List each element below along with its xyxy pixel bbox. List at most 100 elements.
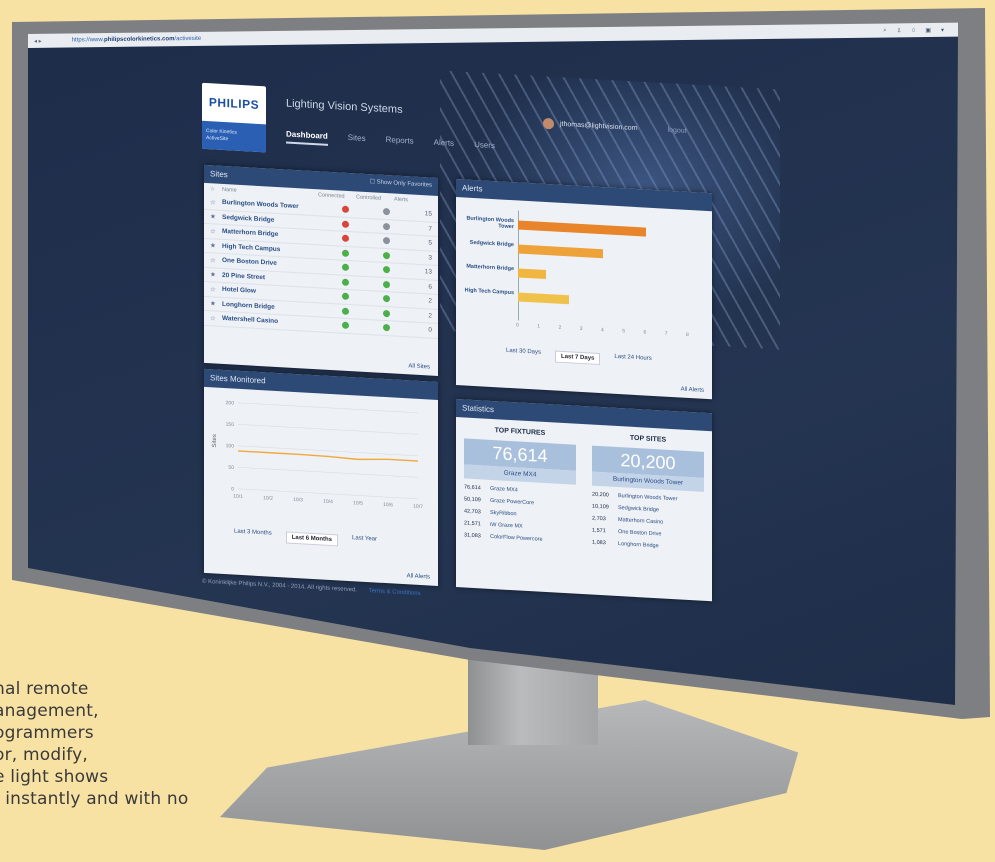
controlled-status-icon: [383, 295, 390, 303]
user-email[interactable]: jthomas@lightvision.com: [560, 121, 638, 132]
alerts-panel-title: Alerts: [462, 183, 483, 194]
stat-name[interactable]: ColorFlow Powercore: [490, 534, 543, 543]
controlled-status-icon: [383, 324, 390, 332]
address-domain: philipscolorkinetics.com: [104, 36, 175, 44]
tab-users[interactable]: Users: [474, 140, 495, 155]
stat-name[interactable]: Matterhorn Casino: [618, 517, 663, 526]
site-name[interactable]: Matterhorn Bridge: [222, 228, 318, 240]
column-connected[interactable]: Connected: [318, 192, 356, 200]
download-icon[interactable]: ⇩: [897, 27, 902, 34]
favorite-star-icon[interactable]: ☆: [210, 285, 222, 294]
favorite-star-icon[interactable]: ☆: [210, 198, 222, 207]
list-item: 1,571 One Boston Drive: [592, 528, 704, 540]
alert-count: 3: [428, 254, 432, 262]
home-icon[interactable]: ⌂: [912, 27, 916, 34]
stat-name[interactable]: iW Graze MX: [490, 522, 523, 530]
favorite-star-icon[interactable]: ☆: [210, 314, 222, 323]
range-24-hours[interactable]: Last 24 Hours: [614, 354, 651, 368]
alerts-panel-header: Alerts: [456, 178, 712, 212]
address-bar[interactable]: https://www.philipscolorkinetics.com/act…: [72, 36, 201, 44]
menu-icon[interactable]: ▾: [941, 26, 944, 33]
column-controlled[interactable]: Controlled: [356, 194, 394, 202]
range-last-year[interactable]: Last Year: [352, 535, 377, 548]
alert-bar[interactable]: [518, 244, 603, 259]
tab-sites[interactable]: Sites: [348, 133, 366, 148]
terms-link[interactable]: Terms & Conditions: [369, 588, 421, 597]
monitored-all-alerts-link[interactable]: All Alerts: [407, 573, 430, 580]
x-tick-label: 2: [558, 324, 562, 331]
alert-bar[interactable]: [518, 292, 569, 305]
site-name[interactable]: High Tech Campus: [222, 243, 318, 255]
alert-count: 0: [428, 326, 432, 334]
stat-name[interactable]: One Boston Drive: [618, 529, 661, 537]
tab-reports[interactable]: Reports: [386, 135, 414, 151]
caption-line: e light shows: [0, 767, 109, 787]
stat-name[interactable]: Burlington Woods Tower: [618, 493, 677, 502]
x-tick-label: 1: [537, 323, 541, 330]
back-icon[interactable]: ◂ ▸: [34, 37, 42, 44]
all-alerts-link[interactable]: All Alerts: [681, 387, 704, 394]
alert-bar[interactable]: [518, 268, 546, 279]
alerts-panel: Alerts Burlington Woods Tower Sedgwick Br…: [456, 178, 712, 400]
favorite-star-icon[interactable]: ★: [210, 299, 222, 308]
brand-name: PHILIPS: [208, 95, 260, 112]
site-name[interactable]: Sedgwick Bridge: [222, 214, 318, 226]
site-name[interactable]: Watershell Casino: [222, 315, 318, 327]
favorites-toggle-label: Show Only Favorites: [376, 179, 432, 189]
search-icon[interactable]: ⌕: [883, 27, 886, 34]
range-7-days[interactable]: Last 7 Days: [555, 350, 601, 366]
controlled-status-icon: [383, 208, 390, 216]
sites-monitored-panel: Sites Monitored 200 150 100 50 0 Sites 10/1 10/…: [204, 368, 438, 586]
stat-name[interactable]: SkyRibbon: [490, 510, 517, 517]
gridline: [238, 445, 418, 457]
x-tick-label: 10/5: [353, 500, 363, 507]
statistics-title: Statistics: [462, 403, 495, 415]
bar-label: Matterhorn Bridge: [466, 263, 514, 273]
site-name[interactable]: Hotel Glow: [222, 286, 318, 298]
site-name[interactable]: Burlington Woods Tower: [222, 199, 318, 211]
range-30-days[interactable]: Last 30 Days: [506, 348, 541, 362]
connected-status-icon: [342, 278, 349, 286]
logout-link[interactable]: logout: [668, 127, 687, 135]
philips-logo[interactable]: PHILIPS Color Kinetics ActiveSite: [202, 82, 266, 153]
favorites-toggle[interactable]: ☐ Show Only Favorites: [370, 178, 432, 191]
site-name[interactable]: One Boston Drive: [222, 257, 318, 269]
star-icon[interactable]: ☆: [210, 186, 222, 193]
range-6-months[interactable]: Last 6 Months: [285, 531, 339, 547]
tab-dashboard[interactable]: Dashboard: [286, 129, 328, 146]
column-alerts[interactable]: Alerts: [394, 197, 432, 205]
browser-tools: ⌕ ⇩ ⌂ ▣ ▾: [883, 26, 944, 34]
user-menu[interactable]: jthomas@lightvision.com logout: [543, 117, 687, 137]
y-tick-label: 200: [226, 400, 235, 406]
stat-name[interactable]: Longhorn Bridge: [618, 541, 659, 549]
favorite-star-icon[interactable]: ☆: [210, 227, 222, 236]
connected-status-icon: [342, 321, 349, 330]
tab-alerts[interactable]: Alerts: [434, 138, 454, 153]
site-name[interactable]: Longhorn Bridge: [222, 301, 318, 313]
favorite-star-icon[interactable]: ★: [210, 241, 222, 250]
range-3-months[interactable]: Last 3 Months: [234, 529, 272, 543]
address-path: /activesite: [174, 35, 202, 43]
alerts-bar-chart: Burlington Woods Tower Sedgwick Bridge Mat…: [464, 207, 704, 340]
caption-text: nal remote anagement, ogrammers or, modi…: [0, 678, 189, 810]
alert-bar[interactable]: [518, 220, 646, 237]
gridline: [238, 423, 418, 435]
fixtures-list: 76,614 Graze MX4 50,109 Graze PowerCore 42,7…: [464, 484, 576, 544]
controlled-status-icon: [383, 251, 390, 260]
x-tick-label: 7: [664, 330, 668, 337]
stat-name[interactable]: Graze PowerCore: [490, 498, 534, 506]
site-name[interactable]: 20 Pine Street: [222, 272, 318, 284]
copyright-text: © Koninklijke Philips N.V., 2004 - 2014.…: [202, 578, 357, 594]
caption-line: ogrammers: [0, 723, 94, 743]
favorite-star-icon[interactable]: ★: [210, 270, 222, 279]
stat-value: 1,571: [592, 527, 606, 535]
stat-name[interactable]: Sedgwick Bridge: [618, 505, 659, 513]
stat-name[interactable]: Graze MX4: [490, 486, 518, 494]
alert-count: 2: [428, 312, 432, 320]
all-sites-link[interactable]: All Sites: [408, 363, 430, 370]
favorite-star-icon[interactable]: ★: [210, 212, 222, 221]
top-fixtures: TOP FIXTURES 76,614 Graze MX4 76,614 Graz…: [464, 425, 576, 544]
favorite-star-icon[interactable]: ☆: [210, 256, 222, 265]
list-item: 20,200 Burlington Woods Tower: [592, 492, 704, 504]
bookmarks-icon[interactable]: ▣: [925, 26, 931, 33]
